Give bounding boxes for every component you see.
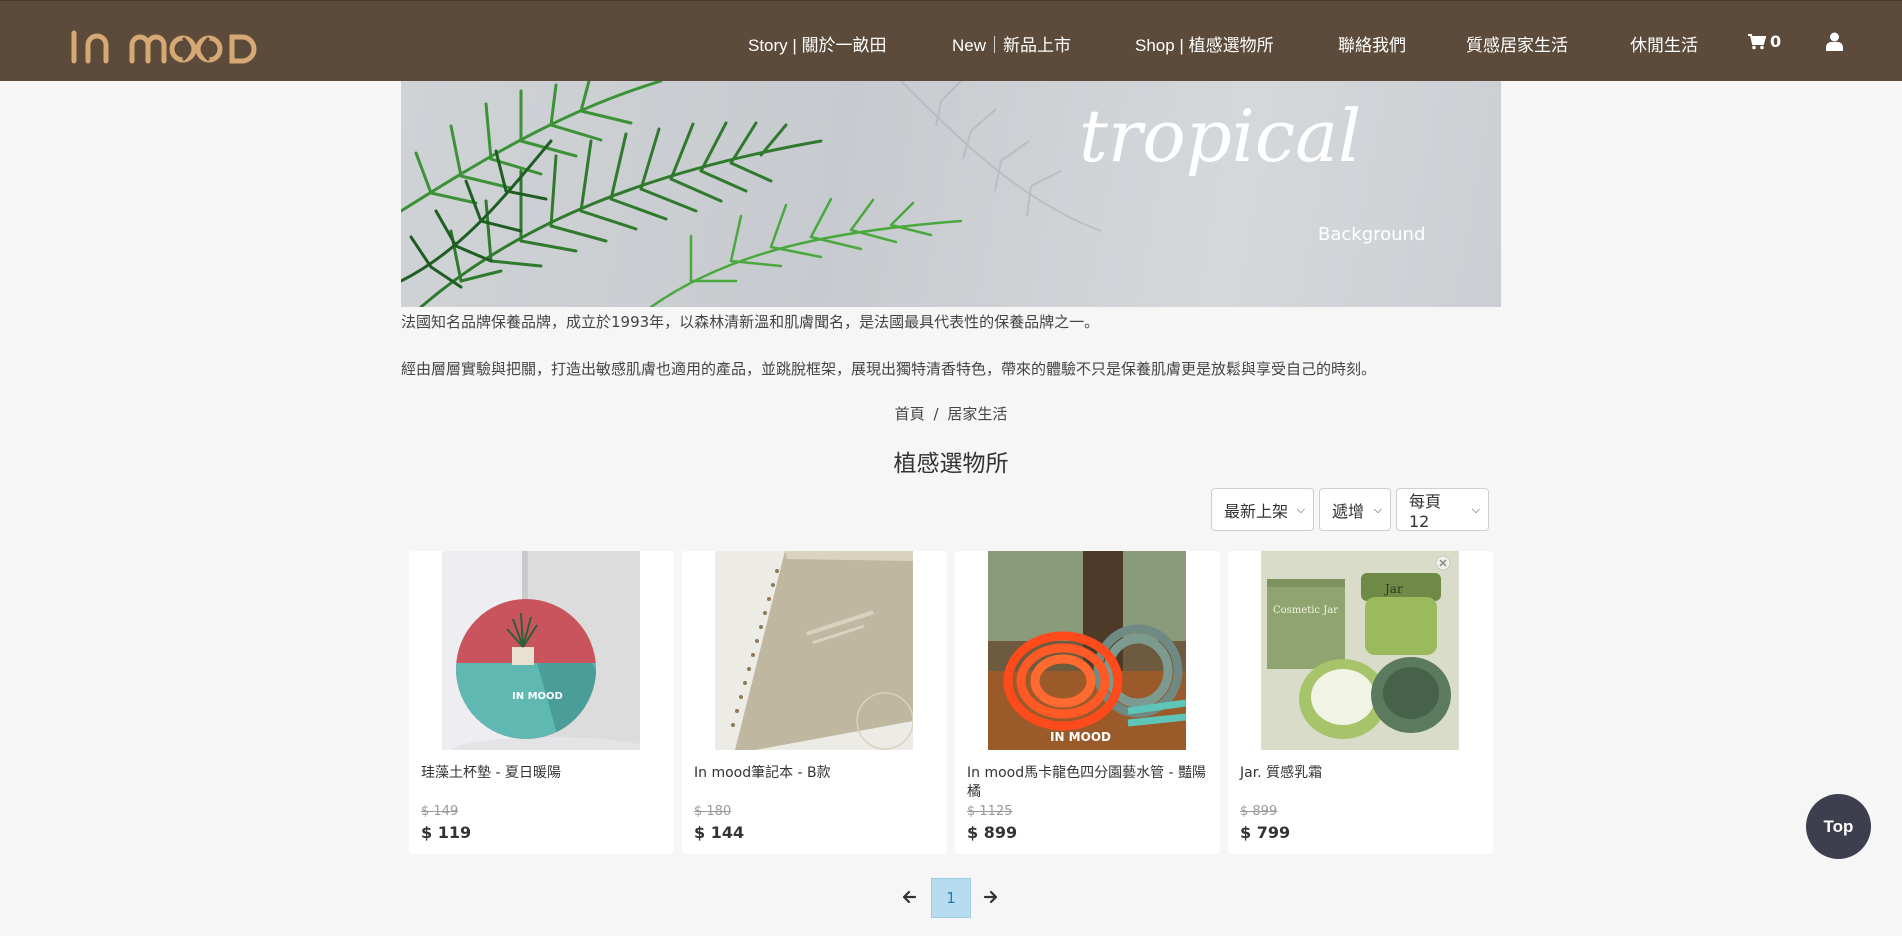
- banner-script-text: tropical: [1079, 94, 1361, 178]
- jar-lid-brand: Jar: [1383, 582, 1403, 596]
- arrow-left-icon: [902, 890, 917, 904]
- breadcrumb-separator: /: [933, 405, 939, 423]
- per-page-select[interactable]: 每頁 12 ⌵: [1396, 488, 1489, 531]
- per-page-select-value: 每頁 12: [1409, 492, 1442, 531]
- top-navigation-bar: Story | 關於一畝田 New｜新品上市 Shop | 植感選物所 聯絡我們…: [0, 0, 1902, 81]
- product-image-jar-cream[interactable]: Cosmetic Jar Jar: [1261, 551, 1459, 750]
- page-1-button[interactable]: 1: [931, 878, 971, 918]
- nav-home-living[interactable]: 質感居家生活: [1466, 31, 1568, 56]
- chevron-down-icon: ⌵: [1373, 502, 1382, 516]
- hose-logo-text: IN MOOD: [1050, 730, 1111, 744]
- nav-shop[interactable]: Shop | 植感選物所: [1135, 31, 1274, 56]
- product-old-price: $ 1125: [967, 804, 1013, 819]
- cart-icon: [1748, 33, 1766, 49]
- chevron-down-icon: ⌵: [1471, 502, 1480, 516]
- filter-select[interactable]: 遞增 ⌵: [1319, 488, 1391, 531]
- scroll-to-top-button[interactable]: Top: [1806, 794, 1871, 859]
- banner-sub-text: Background: [1318, 224, 1425, 245]
- product-name[interactable]: In mood筆記本 - B款: [694, 764, 934, 783]
- product-old-price: $ 899: [1240, 804, 1278, 819]
- product-name[interactable]: 珪藻土杯墊 - 夏日暖陽: [421, 764, 661, 783]
- jar-box-brand: Cosmetic Jar: [1273, 605, 1338, 616]
- filter-select-value: 遞增: [1332, 501, 1365, 521]
- nav-contact[interactable]: 聯絡我們: [1338, 31, 1406, 56]
- product-image-notebook[interactable]: [715, 551, 913, 750]
- main-nav: Story | 關於一畝田 New｜新品上市 Shop | 植感選物所 聯絡我們…: [0, 1, 1902, 82]
- nav-story[interactable]: Story | 關於一畝田: [748, 31, 887, 56]
- product-card[interactable]: Cosmetic Jar Jar Jar. 質感乳霜 $ 899 $ 799: [1228, 551, 1493, 854]
- product-old-price: $ 180: [694, 804, 732, 819]
- user-icon[interactable]: [1826, 32, 1843, 51]
- arrow-right-icon: [983, 890, 998, 904]
- cart-count: 0: [1770, 32, 1782, 51]
- product-card[interactable]: IN MOOD 珪藻土杯墊 - 夏日暖陽 $ 149 $ 119: [409, 551, 674, 854]
- chevron-down-icon: ⌵: [1296, 502, 1305, 516]
- next-page-button[interactable]: [983, 886, 999, 910]
- previous-page-button[interactable]: [901, 886, 917, 910]
- breadcrumb-home[interactable]: 首頁: [895, 405, 925, 423]
- coaster-logo-text: IN MOOD: [512, 691, 563, 702]
- product-image-garden-hose[interactable]: IN MOOD: [988, 551, 1186, 750]
- page-title: 植感選物所: [893, 451, 1009, 477]
- cart-button[interactable]: 0: [1748, 32, 1781, 51]
- product-card[interactable]: IN MOOD In mood馬卡龍色四分園藝水管 - 豔陽橘 $ 1125 $…: [955, 551, 1220, 854]
- product-price: $ 144: [694, 823, 745, 842]
- product-old-price: $ 149: [421, 804, 459, 819]
- sort-select-value: 最新上架: [1224, 501, 1289, 521]
- intro-line-2: 經由層層實驗與把關，打造出敏感肌膚也適用的產品，並跳脫框架，展現出獨特清香特色，…: [401, 360, 1377, 378]
- product-price: $ 119: [421, 823, 472, 842]
- product-name[interactable]: Jar. 質感乳霜: [1240, 764, 1480, 783]
- intro-line-1: 法國知名品牌保養品牌，成立於1993年，以森林清新溫和肌膚聞名，是法國最具代表性…: [401, 313, 1100, 331]
- nav-new[interactable]: New｜新品上市: [952, 31, 1071, 56]
- product-name[interactable]: In mood馬卡龍色四分園藝水管 - 豔陽橘: [967, 764, 1207, 802]
- nav-leisure[interactable]: 休閒生活: [1630, 31, 1698, 56]
- product-image-coaster[interactable]: IN MOOD: [442, 551, 640, 750]
- product-card[interactable]: In mood筆記本 - B款 $ 180 $ 144: [682, 551, 947, 854]
- tropical-banner: tropical Background: [401, 81, 1501, 307]
- breadcrumb: 首頁 / 居家生活: [0, 403, 1902, 424]
- close-icon[interactable]: [1435, 555, 1451, 571]
- product-price: $ 899: [967, 823, 1018, 842]
- product-price: $ 799: [1240, 823, 1291, 842]
- sort-select[interactable]: 最新上架 ⌵: [1211, 488, 1314, 531]
- breadcrumb-current: 居家生活: [947, 405, 1008, 423]
